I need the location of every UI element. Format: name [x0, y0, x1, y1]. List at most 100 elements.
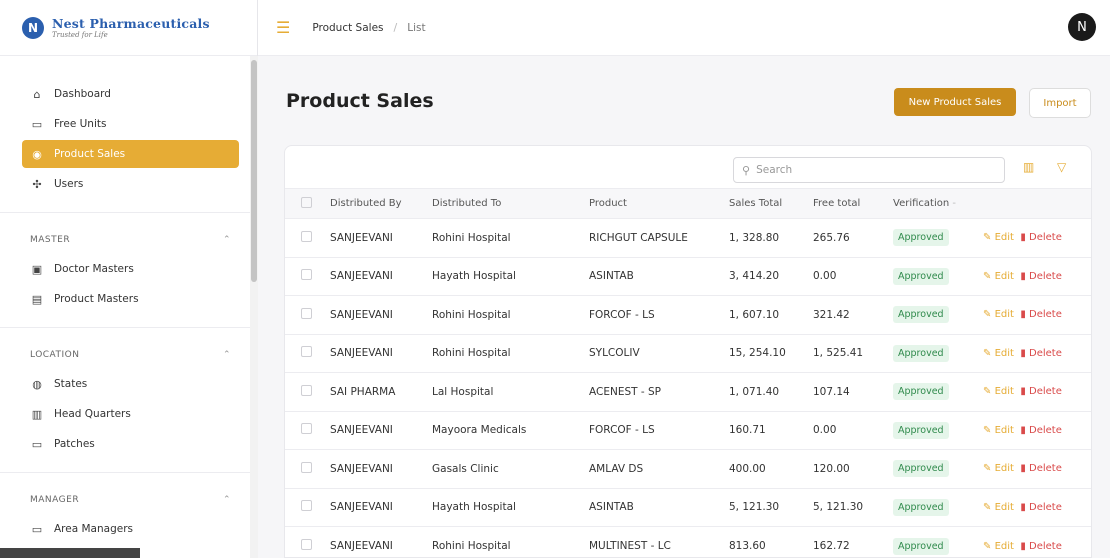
- pencil-icon: ✎: [983, 424, 992, 436]
- sidebar-item-head-quarters[interactable]: ▥ Head Quarters: [22, 400, 239, 428]
- select-all-checkbox[interactable]: [301, 196, 312, 208]
- new-product-sales-button[interactable]: New Product Sales: [894, 88, 1016, 116]
- sidebar-item-free-units[interactable]: ▭ Free Units: [22, 110, 239, 138]
- column-header-sales-total[interactable]: Sales Total: [729, 189, 813, 219]
- sidebar-item-area-managers[interactable]: ▭ Area Managers: [22, 515, 239, 543]
- trash-icon: ▮: [1020, 270, 1026, 282]
- import-button[interactable]: Import: [1029, 88, 1091, 118]
- sidebar-item-patches[interactable]: ▭ Patches: [22, 430, 239, 458]
- row-checkbox[interactable]: [301, 500, 312, 512]
- edit-link[interactable]: ✎ Edit: [983, 271, 1014, 282]
- sidebar-item-label: States: [54, 378, 88, 390]
- coin-icon: ◉: [32, 147, 42, 161]
- edit-link[interactable]: ✎ Edit: [983, 386, 1014, 397]
- table-row: SANJEEVANI Mayoora Medicals FORCOF - LS 160…: [285, 411, 1091, 450]
- row-checkbox[interactable]: [301, 539, 312, 550]
- edit-label: Edit: [994, 270, 1014, 282]
- delete-label: Delete: [1029, 309, 1062, 321]
- sidebar-item-product-sales[interactable]: ◉ Product Sales: [22, 140, 239, 168]
- chevron-up-icon[interactable]: ⌃: [223, 350, 231, 360]
- cell-distributed-to: Lal Hospital: [432, 385, 494, 398]
- cell-distributed-by: SANJEEVANI: [330, 231, 393, 244]
- sidebar-section-header[interactable]: LOCATION ⌃: [0, 346, 257, 364]
- chevron-up-icon[interactable]: ⌃: [223, 235, 231, 245]
- table-row: SANJEEVANI Rohini Hospital MULTINEST - LC 8…: [285, 526, 1091, 558]
- delete-link[interactable]: ▮ Delete: [1020, 541, 1062, 552]
- cell-product: MULTINEST - LC: [589, 540, 671, 552]
- edit-link[interactable]: ✎ Edit: [983, 232, 1014, 243]
- edit-link[interactable]: ✎ Edit: [983, 309, 1014, 320]
- sidebar-section-header[interactable]: MASTER ⌃: [0, 231, 257, 249]
- row-checkbox[interactable]: [301, 346, 312, 358]
- status-badge: Approved: [893, 460, 949, 478]
- delete-label: Delete: [1029, 424, 1062, 436]
- cell-free-total: 107.14: [813, 385, 850, 398]
- cell-distributed-to: Gasals Clinic: [432, 462, 499, 475]
- column-header-distributed-by[interactable]: Distributed By: [330, 189, 432, 219]
- delete-link[interactable]: ▮ Delete: [1020, 425, 1062, 436]
- table-header-row: Distributed By Distributed To Product Sa…: [285, 188, 1091, 219]
- sidebar-item-doctor-masters[interactable]: ▣ Doctor Masters: [22, 255, 239, 283]
- delete-link[interactable]: ▮ Delete: [1020, 386, 1062, 397]
- delete-link[interactable]: ▮ Delete: [1020, 502, 1062, 513]
- column-header-product[interactable]: Product: [589, 189, 729, 219]
- status-badge: Approved: [893, 306, 949, 324]
- edit-link[interactable]: ✎ Edit: [983, 425, 1014, 436]
- search-input[interactable]: [756, 164, 987, 176]
- edit-link[interactable]: ✎ Edit: [983, 463, 1014, 474]
- delete-link[interactable]: ▮ Delete: [1020, 232, 1062, 243]
- sidebar-item-states[interactable]: ◍ States: [22, 370, 239, 398]
- sidebar-section-title: LOCATION: [30, 350, 80, 360]
- search-box[interactable]: ⚲: [733, 157, 1005, 183]
- column-header-distributed-to[interactable]: Distributed To: [432, 189, 589, 219]
- row-checkbox[interactable]: [301, 307, 312, 319]
- sidebar-section-master: MASTER ⌃ ▣ Doctor Masters ▤ Product Masters: [0, 212, 257, 313]
- column-header-verification[interactable]: Verification -: [893, 189, 983, 219]
- clipboard-icon: ▣: [31, 262, 43, 276]
- trash-icon: ▮: [1020, 424, 1026, 436]
- brand-name: Nest Pharmaceuticals: [52, 16, 210, 31]
- row-checkbox[interactable]: [301, 269, 312, 281]
- delete-link[interactable]: ▮ Delete: [1020, 463, 1062, 474]
- row-checkbox[interactable]: [301, 384, 312, 396]
- page-title: Product Sales: [286, 90, 434, 112]
- edit-link[interactable]: ✎ Edit: [983, 502, 1014, 513]
- cell-distributed-to: Hayath Hospital: [432, 270, 516, 283]
- cell-sales-total: 160.71: [729, 424, 766, 437]
- delete-link[interactable]: ▮ Delete: [1020, 271, 1062, 282]
- sidebar-section-header[interactable]: MANAGER ⌃: [0, 491, 257, 509]
- cell-distributed-by: SANJEEVANI: [330, 308, 393, 321]
- pencil-icon: ✎: [983, 463, 992, 475]
- user-avatar[interactable]: N: [1068, 13, 1096, 41]
- edit-link[interactable]: ✎ Edit: [983, 348, 1014, 359]
- column-header-actions: [983, 189, 1091, 219]
- sidebar-item-product-masters[interactable]: ▤ Product Masters: [22, 285, 239, 313]
- delete-link[interactable]: ▮ Delete: [1020, 348, 1062, 359]
- sidebar-item-users[interactable]: ✣ Users: [22, 170, 239, 198]
- edit-label: Edit: [994, 347, 1014, 359]
- filter-icon[interactable]: ▽: [1057, 160, 1066, 174]
- cell-distributed-to: Rohini Hospital: [432, 308, 511, 321]
- cell-free-total: 0.00: [813, 270, 837, 283]
- status-badge: Approved: [893, 383, 949, 401]
- delete-link[interactable]: ▮ Delete: [1020, 309, 1062, 320]
- sidebar-item-dashboard[interactable]: ⌂ Dashboard: [22, 80, 239, 108]
- trash-icon: ▮: [1020, 309, 1026, 321]
- menu-toggle-icon[interactable]: ☰: [276, 18, 290, 37]
- sidebar-nav: ⌂ Dashboard ▭ Free Units ◉ Product Sales ✣ User…: [0, 56, 257, 543]
- row-checkbox[interactable]: [301, 423, 312, 435]
- edit-label: Edit: [994, 463, 1014, 475]
- status-badge: Approved: [893, 421, 949, 439]
- brand[interactable]: N Nest Pharmaceuticals Trusted for Life: [0, 0, 257, 56]
- cell-distributed-by: SANJEEVANI: [330, 347, 393, 360]
- edit-link[interactable]: ✎ Edit: [983, 541, 1014, 552]
- sidebar-scrollbar-thumb[interactable]: [251, 60, 257, 282]
- columns-toggle-icon[interactable]: ▥: [1023, 160, 1034, 174]
- row-checkbox[interactable]: [301, 230, 312, 242]
- breadcrumb-product-sales[interactable]: Product Sales: [312, 22, 383, 34]
- row-checkbox[interactable]: [301, 461, 312, 473]
- chevron-up-icon[interactable]: ⌃: [223, 495, 231, 505]
- sidebar-section-title: MANAGER: [30, 495, 80, 505]
- table-row: SANJEEVANI Rohini Hospital SYLCOLIV 15, 254…: [285, 334, 1091, 373]
- column-header-free-total[interactable]: Free total: [813, 189, 893, 219]
